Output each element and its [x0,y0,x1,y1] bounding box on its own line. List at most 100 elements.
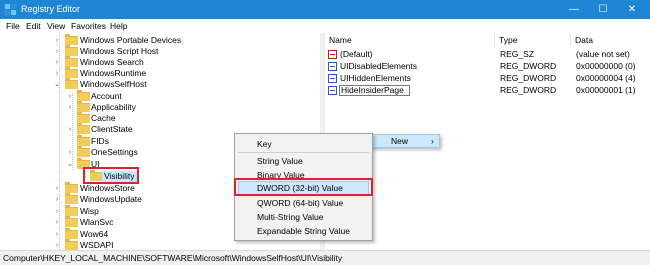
tree-item-label: Wow64 [80,229,109,239]
menu-edit[interactable]: Edit [26,21,41,31]
folder-icon [65,45,78,56]
window-title: Registry Editor [21,4,81,14]
folder-icon [65,34,78,45]
tree-item-label: WindowsRuntime [80,68,147,78]
tree-item-label: WindowsStore [80,183,135,193]
chevron-right-icon[interactable]: › [66,91,74,102]
folder-icon [65,205,78,216]
title-bar: Registry Editor — ☐ ✕ [0,0,650,19]
tree-item[interactable]: Cache [1,112,301,124]
chevron-right-icon[interactable]: › [53,240,61,250]
tree-item[interactable]: › WindowsRuntime [1,67,301,79]
tree-item[interactable]: › Windows Search [1,56,301,68]
tree-item-label: Account [91,91,122,101]
dword-value-icon [328,86,337,95]
tree-item-label: FIDs [91,136,109,146]
chevron-right-icon[interactable]: › [53,57,61,68]
status-bar: Computer\HKEY_LOCAL_MACHINE\SOFTWARE\Mic… [0,251,650,265]
tree-item[interactable]: › Account [1,90,301,102]
maximize-button[interactable]: ☐ [589,0,617,19]
chevron-right-icon[interactable]: › [66,147,74,158]
tree-item-label: Windows Script Host [80,46,159,56]
menu-item-qword-64-value[interactable]: QWORD (64-bit) Value [257,198,343,209]
registry-editor-icon [5,4,16,15]
value-type: REG_DWORD [500,73,557,83]
chevron-right-icon[interactable]: › [66,102,74,113]
tree-item-label: WSDAPI [80,240,114,250]
chevron-right-icon[interactable]: › [53,68,61,79]
dword-value-icon [328,74,337,83]
tree-item[interactable]: ⌄ WindowsSelfHost [1,78,301,90]
tree-item-label: Windows Portable Devices [80,35,182,45]
value-name[interactable]: HideInsiderPage [339,85,410,96]
tree-item-label: WindowsUpdate [80,194,142,204]
chevron-right-icon[interactable]: › [53,206,61,217]
tree-item[interactable]: › Windows Portable Devices [1,34,301,46]
new-menu-label: New [391,136,409,146]
value-type: REG_SZ [500,49,535,59]
dword-value-icon [328,62,337,71]
menu-item-key[interactable]: Key [257,139,272,150]
tree-item-label: Cache [91,113,116,123]
close-button[interactable]: ✕ [618,0,646,19]
menu-bar: File Edit View Favorites Help [0,19,650,33]
folder-icon [77,135,90,146]
tree-item[interactable]: › WSDAPI [1,239,301,250]
folder-icon [77,90,90,101]
folder-icon [65,182,78,193]
folder-icon [65,67,78,78]
chevron-right-icon[interactable]: › [53,183,61,194]
tree-item-label: Applicability [91,102,136,112]
tree-item-label: Wisp [80,206,99,216]
folder-icon [65,193,78,204]
chevron-right-icon[interactable]: › [66,124,74,135]
tree-item-label: WindowsSelfHost [80,79,147,89]
menu-item-string-value[interactable]: String Value [257,156,303,167]
chevron-right-icon[interactable]: › [53,217,61,228]
tree-item-label: OneSettings [91,147,138,157]
value-type: REG_DWORD [500,61,557,71]
folder-icon [65,216,78,227]
folder-open-icon [65,78,78,89]
tree-item-label: Windows Search [80,57,144,67]
tree-item[interactable]: › Applicability [1,101,301,113]
new-menu[interactable]: New › [370,134,440,148]
column-header-type[interactable]: Type [495,34,571,47]
folder-icon [77,112,90,123]
column-header-data[interactable]: Data [571,34,650,47]
value-row[interactable]: UIDisabledElements REG_DWORD 0x00000000 … [325,61,650,72]
tree-item[interactable]: › Windows Script Host [1,45,301,57]
value-data: (value not set) [576,49,630,59]
folder-icon [65,56,78,67]
menu-separator [238,152,369,153]
value-name: UIHiddenElements [340,73,411,83]
folder-icon [77,101,90,112]
menu-help[interactable]: Help [110,21,127,31]
chevron-right-icon[interactable]: › [53,46,61,57]
chevron-right-icon: › [431,136,434,146]
menu-item-expandable-string-value[interactable]: Expandable String Value [257,226,350,237]
value-row[interactable]: (Default) REG_SZ (value not set) [325,49,650,60]
value-row[interactable]: UIHiddenElements REG_DWORD 0x00000004 (4… [325,73,650,84]
value-data: 0x00000000 (0) [576,61,636,71]
status-path: Computer\HKEY_LOCAL_MACHINE\SOFTWARE\Mic… [3,253,343,263]
column-header-name[interactable]: Name [325,34,495,47]
menu-favorites[interactable]: Favorites [71,21,106,31]
chevron-right-icon[interactable]: › [53,35,61,46]
menu-item-multi-string-value[interactable]: Multi-String Value [257,212,323,223]
menu-file[interactable]: File [6,21,20,31]
dword-highlight [234,178,373,196]
folder-icon [77,146,90,157]
chevron-right-icon[interactable]: › [53,194,61,205]
value-name: UIDisabledElements [340,61,418,71]
visibility-highlight [83,167,139,184]
chevron-down-icon[interactable]: ⌄ [53,79,61,90]
tree-item-label: WlanSvc [80,217,114,227]
chevron-right-icon[interactable]: › [53,229,61,240]
value-data: 0x00000001 (1) [576,85,636,95]
chevron-down-icon[interactable]: ⌄ [66,159,74,170]
value-row[interactable]: HideInsiderPage REG_DWORD 0x00000001 (1) [325,85,650,96]
value-type: REG_DWORD [500,85,557,95]
menu-view[interactable]: View [47,21,65,31]
minimize-button[interactable]: — [560,0,588,19]
